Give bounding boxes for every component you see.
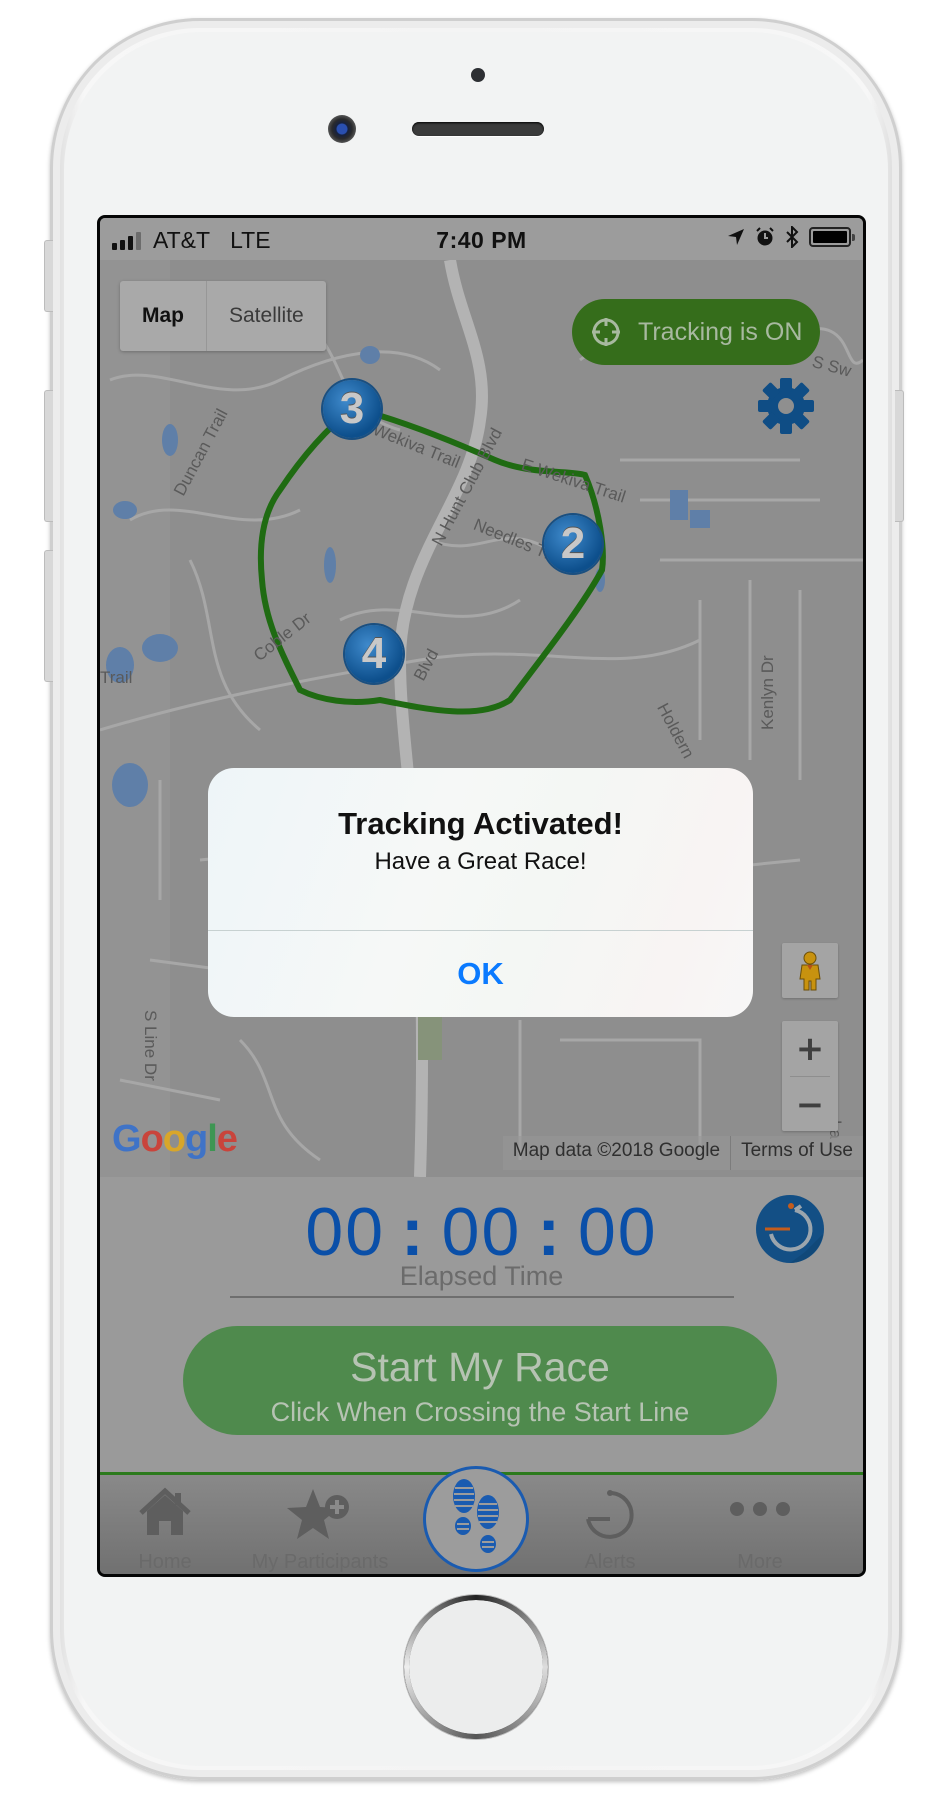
phone-screen: AT&T LTE 7:40 PM Duncan Trail W Wekiva T… (97, 215, 866, 1577)
home-button[interactable] (409, 1600, 543, 1734)
power-button (895, 390, 904, 522)
volume-down-button (44, 550, 53, 682)
proximity-sensor (471, 68, 485, 82)
volume-up-button (44, 390, 53, 522)
mute-switch (44, 240, 53, 312)
alert-message: Have a Great Race! (374, 848, 587, 875)
alert-dialog: Tracking Activated! Have a Great Race! O… (208, 768, 753, 1017)
alert-title: Tracking Activated! (338, 806, 623, 841)
earpiece-speaker (412, 122, 544, 136)
front-camera (328, 115, 356, 143)
alert-ok-button[interactable]: OK (208, 931, 753, 1017)
